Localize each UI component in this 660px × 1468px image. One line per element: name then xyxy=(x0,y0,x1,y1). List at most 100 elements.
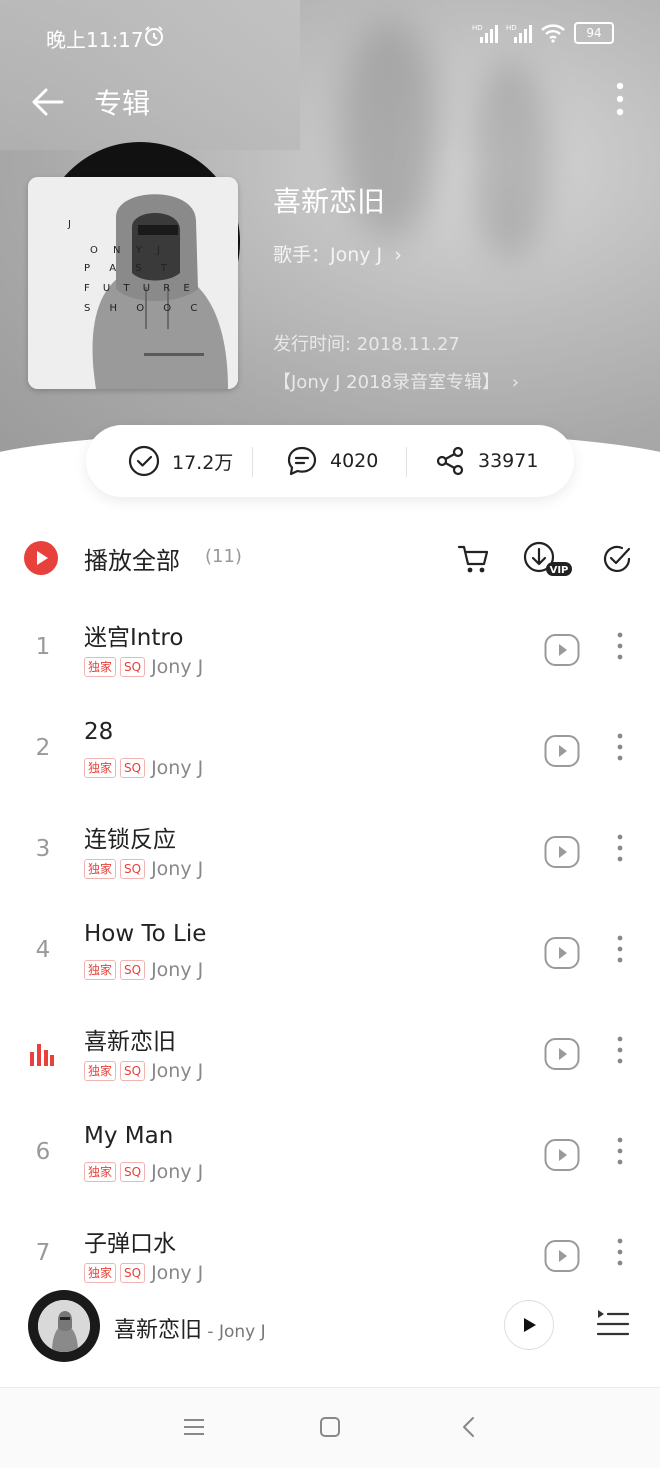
track-number: 3 xyxy=(35,836,51,862)
track-row[interactable]: 1 迷宫Intro 独家 SQ Jony J xyxy=(0,600,660,700)
more-vertical-icon[interactable] xyxy=(606,80,634,120)
album-cover-art: J O N Y J P A S T F U T U R E S H O O C xyxy=(28,177,238,389)
share-count: 33971 xyxy=(478,450,539,472)
track-row[interactable]: 6 My Man 独家 SQ Jony J xyxy=(0,1105,660,1205)
more-vertical-icon[interactable] xyxy=(612,1034,628,1066)
cart-icon[interactable] xyxy=(457,542,491,576)
back-chevron-icon[interactable] xyxy=(458,1416,482,1438)
album-description-text: 【Jony J 2018录音室专辑】 xyxy=(273,372,500,393)
svg-text:HD: HD xyxy=(472,24,483,32)
track-artist: Jony J xyxy=(151,1161,204,1183)
play-icon xyxy=(524,1318,536,1332)
mini-player-title: 喜新恋旧 xyxy=(114,1318,203,1343)
more-vertical-icon[interactable] xyxy=(612,1236,628,1268)
system-nav-bar xyxy=(0,1387,660,1468)
now-playing-equalizer-icon xyxy=(30,1044,54,1066)
exclusive-badge: 独家 xyxy=(84,859,117,879)
sq-badge: SQ xyxy=(120,1263,146,1283)
track-title: 连锁反应 xyxy=(84,827,176,853)
mini-player[interactable]: 喜新恋旧 - Jony J xyxy=(0,1290,660,1382)
more-vertical-icon[interactable] xyxy=(612,731,628,763)
track-artist: Jony J xyxy=(151,757,204,779)
divider xyxy=(252,447,253,477)
album-description-link[interactable]: 【Jony J 2018录音室专辑】 › xyxy=(273,368,519,394)
exclusive-badge: 独家 xyxy=(84,758,117,778)
sq-badge: SQ xyxy=(120,859,146,879)
more-vertical-icon[interactable] xyxy=(612,1135,628,1167)
track-artist: Jony J xyxy=(151,656,204,678)
release-date: 发行时间: 2018.11.27 xyxy=(273,334,460,355)
track-title: How To Lie xyxy=(84,921,207,947)
play-video-icon[interactable] xyxy=(544,632,580,668)
exclusive-badge: 独家 xyxy=(84,657,117,677)
sq-badge: SQ xyxy=(120,1061,146,1081)
track-artist: Jony J xyxy=(151,858,204,880)
track-artist: Jony J xyxy=(151,959,204,981)
play-all-icon[interactable] xyxy=(24,541,58,575)
track-row[interactable]: 4 How To Lie 独家 SQ Jony J xyxy=(0,903,660,1003)
battery-level: 94 xyxy=(586,26,602,40)
battery-icon: 94 xyxy=(574,22,614,44)
play-video-icon[interactable] xyxy=(544,733,580,769)
album-artist-link[interactable]: 歌手：Jony J › xyxy=(273,240,402,267)
chevron-right-icon: › xyxy=(394,244,402,266)
sq-badge: SQ xyxy=(120,1162,146,1182)
play-video-icon[interactable] xyxy=(544,1137,580,1173)
wifi-icon xyxy=(541,24,565,43)
share-icon xyxy=(436,446,464,476)
track-row[interactable]: 2 28 独家 SQ Jony J xyxy=(0,701,660,801)
play-video-icon[interactable] xyxy=(544,935,580,971)
check-circle-icon xyxy=(128,445,160,477)
svg-text:HD: HD xyxy=(506,24,517,32)
comment-icon xyxy=(287,446,317,476)
share-button[interactable]: 33971 xyxy=(434,425,538,497)
more-vertical-icon[interactable] xyxy=(612,630,628,662)
album-artist-text: 歌手：Jony J xyxy=(273,244,383,266)
track-number: 1 xyxy=(35,634,51,660)
track-title: 迷宫Intro xyxy=(84,625,184,651)
track-number: 4 xyxy=(35,937,51,963)
comment-button[interactable]: 4020 xyxy=(286,425,378,497)
mini-player-cover xyxy=(38,1300,90,1352)
playlist-queue-icon[interactable] xyxy=(596,1306,630,1340)
mini-cover-art xyxy=(38,1300,90,1352)
play-all-row: 播放全部 (11) VIP xyxy=(0,520,660,594)
back-arrow-icon[interactable] xyxy=(28,82,68,122)
album-title: 喜新恋旧 xyxy=(273,185,386,218)
signal-icon: HD xyxy=(506,24,532,43)
play-video-icon[interactable] xyxy=(544,834,580,870)
svg-text:VIP: VIP xyxy=(550,565,569,576)
play-video-icon[interactable] xyxy=(544,1036,580,1072)
play-button[interactable] xyxy=(504,1300,554,1350)
cover-letters: J xyxy=(67,219,71,230)
more-vertical-icon[interactable] xyxy=(612,933,628,965)
download-vip-icon[interactable]: VIP xyxy=(522,540,574,578)
track-number: 2 xyxy=(35,735,51,761)
exclusive-badge: 独家 xyxy=(84,960,117,980)
mini-player-info[interactable]: 喜新恋旧 - Jony J xyxy=(114,1312,266,1344)
header-backdrop-shape xyxy=(470,60,550,260)
track-artist: Jony J xyxy=(151,1060,204,1082)
album-header: 晚上11:17 HD HD 94 专辑 J O N Y J P A S T F … xyxy=(0,0,660,470)
play-video-icon[interactable] xyxy=(544,1238,580,1274)
home-square-icon[interactable] xyxy=(318,1416,342,1438)
menu-icon[interactable] xyxy=(182,1416,206,1438)
like-count: 17.2万 xyxy=(172,451,234,474)
track-title: 子弹口水 xyxy=(84,1231,176,1257)
track-title: 28 xyxy=(84,719,114,745)
alarm-icon xyxy=(145,26,163,46)
track-number: 7 xyxy=(35,1240,51,1266)
play-all-button[interactable]: 播放全部 xyxy=(84,541,180,576)
comment-count: 4020 xyxy=(330,450,379,472)
status-bar: 晚上11:17 HD HD 94 xyxy=(0,0,660,72)
track-title: 喜新恋旧 xyxy=(84,1029,176,1055)
album-cover[interactable]: J O N Y J P A S T F U T U R E S H O O C xyxy=(28,177,238,389)
cover-letters: O N Y J xyxy=(90,245,166,256)
like-button[interactable]: 17.2万 xyxy=(128,425,233,497)
track-row-now-playing[interactable]: 喜新恋旧 独家 SQ Jony J xyxy=(0,1004,660,1104)
cover-letters: S H O O C xyxy=(84,303,205,314)
more-vertical-icon[interactable] xyxy=(612,832,628,864)
mini-player-artist: - Jony J xyxy=(202,1322,266,1342)
multi-select-icon[interactable] xyxy=(600,542,634,576)
track-row[interactable]: 3 连锁反应 独家 SQ Jony J xyxy=(0,802,660,902)
